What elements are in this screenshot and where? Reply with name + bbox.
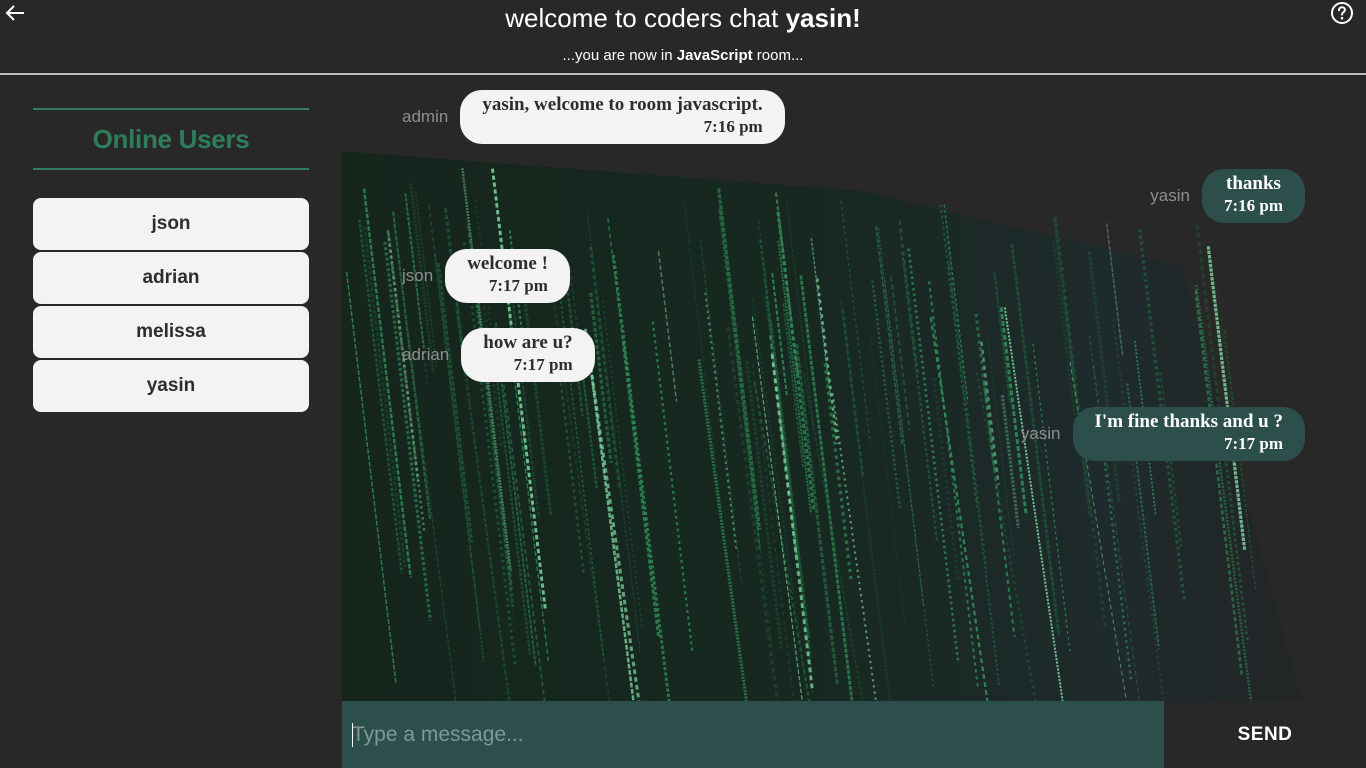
message-sender: yasin bbox=[1150, 186, 1190, 205]
page-title: welcome to coders chat yasin! bbox=[0, 2, 1366, 34]
message-input[interactable] bbox=[342, 701, 1164, 768]
message-row: adrian how are u? 7:17 pm bbox=[402, 328, 595, 382]
message-sender: adrian bbox=[402, 345, 450, 364]
message-text: thanks bbox=[1226, 173, 1281, 194]
subtitle-prefix: ...you are now in bbox=[562, 47, 677, 64]
message-composer: SEND bbox=[342, 701, 1366, 768]
message-text: yasin, welcome to room javascript. bbox=[482, 94, 763, 115]
message-bubble: thanks 7:16 pm bbox=[1201, 169, 1305, 223]
text-caret bbox=[352, 723, 353, 747]
message-row: yasin I'm fine thanks and u ? 7:17 pm bbox=[1021, 407, 1305, 461]
chat-area: admin yasin, welcome to room javascript.… bbox=[342, 76, 1366, 701]
send-button[interactable]: SEND bbox=[1164, 701, 1366, 768]
header: welcome to coders chat yasin! ...you are… bbox=[0, 0, 1366, 75]
message-row: json welcome ! 7:17 pm bbox=[402, 249, 570, 303]
online-users-heading: Online Users bbox=[33, 108, 309, 170]
message-row: admin yasin, welcome to room javascript.… bbox=[402, 90, 785, 144]
user-item-melissa[interactable]: melissa bbox=[33, 306, 309, 358]
message-time: 7:17 pm bbox=[488, 276, 548, 295]
message-text: how are u? bbox=[483, 332, 573, 353]
user-item-yasin[interactable]: yasin bbox=[33, 360, 309, 412]
subtitle-suffix: room... bbox=[752, 47, 804, 64]
message-sender: admin bbox=[402, 107, 449, 126]
message-time: 7:16 pm bbox=[1223, 196, 1283, 215]
message-bubble: welcome ! 7:17 pm bbox=[445, 249, 570, 303]
user-item-adrian[interactable]: adrian bbox=[33, 252, 309, 304]
message-text: I'm fine thanks and u ? bbox=[1094, 411, 1283, 432]
message-bubble: yasin, welcome to room javascript. 7:16 … bbox=[460, 90, 785, 144]
room-subtitle: ...you are now in JavaScript room... bbox=[0, 46, 1366, 66]
message-sender: json bbox=[402, 266, 434, 285]
message-time: 7:17 pm bbox=[513, 355, 573, 374]
current-username: yasin! bbox=[785, 3, 861, 33]
message-text: welcome ! bbox=[467, 253, 548, 274]
user-item-json[interactable]: json bbox=[33, 198, 309, 250]
message-time: 7:17 pm bbox=[1223, 434, 1283, 453]
message-bubble: I'm fine thanks and u ? 7:17 pm bbox=[1072, 407, 1305, 461]
user-list: json adrian melissa yasin bbox=[33, 198, 309, 412]
message-bubble: how are u? 7:17 pm bbox=[461, 328, 595, 382]
message-row: yasin thanks 7:16 pm bbox=[1150, 169, 1305, 223]
title-prefix: welcome to coders chat bbox=[505, 3, 786, 33]
room-name: JavaScript bbox=[676, 47, 753, 64]
question-circle-icon[interactable] bbox=[1330, 1, 1354, 25]
message-time: 7:16 pm bbox=[703, 117, 763, 136]
message-sender: yasin bbox=[1020, 424, 1061, 443]
online-users-panel: Online Users json adrian melissa yasin bbox=[33, 108, 309, 414]
